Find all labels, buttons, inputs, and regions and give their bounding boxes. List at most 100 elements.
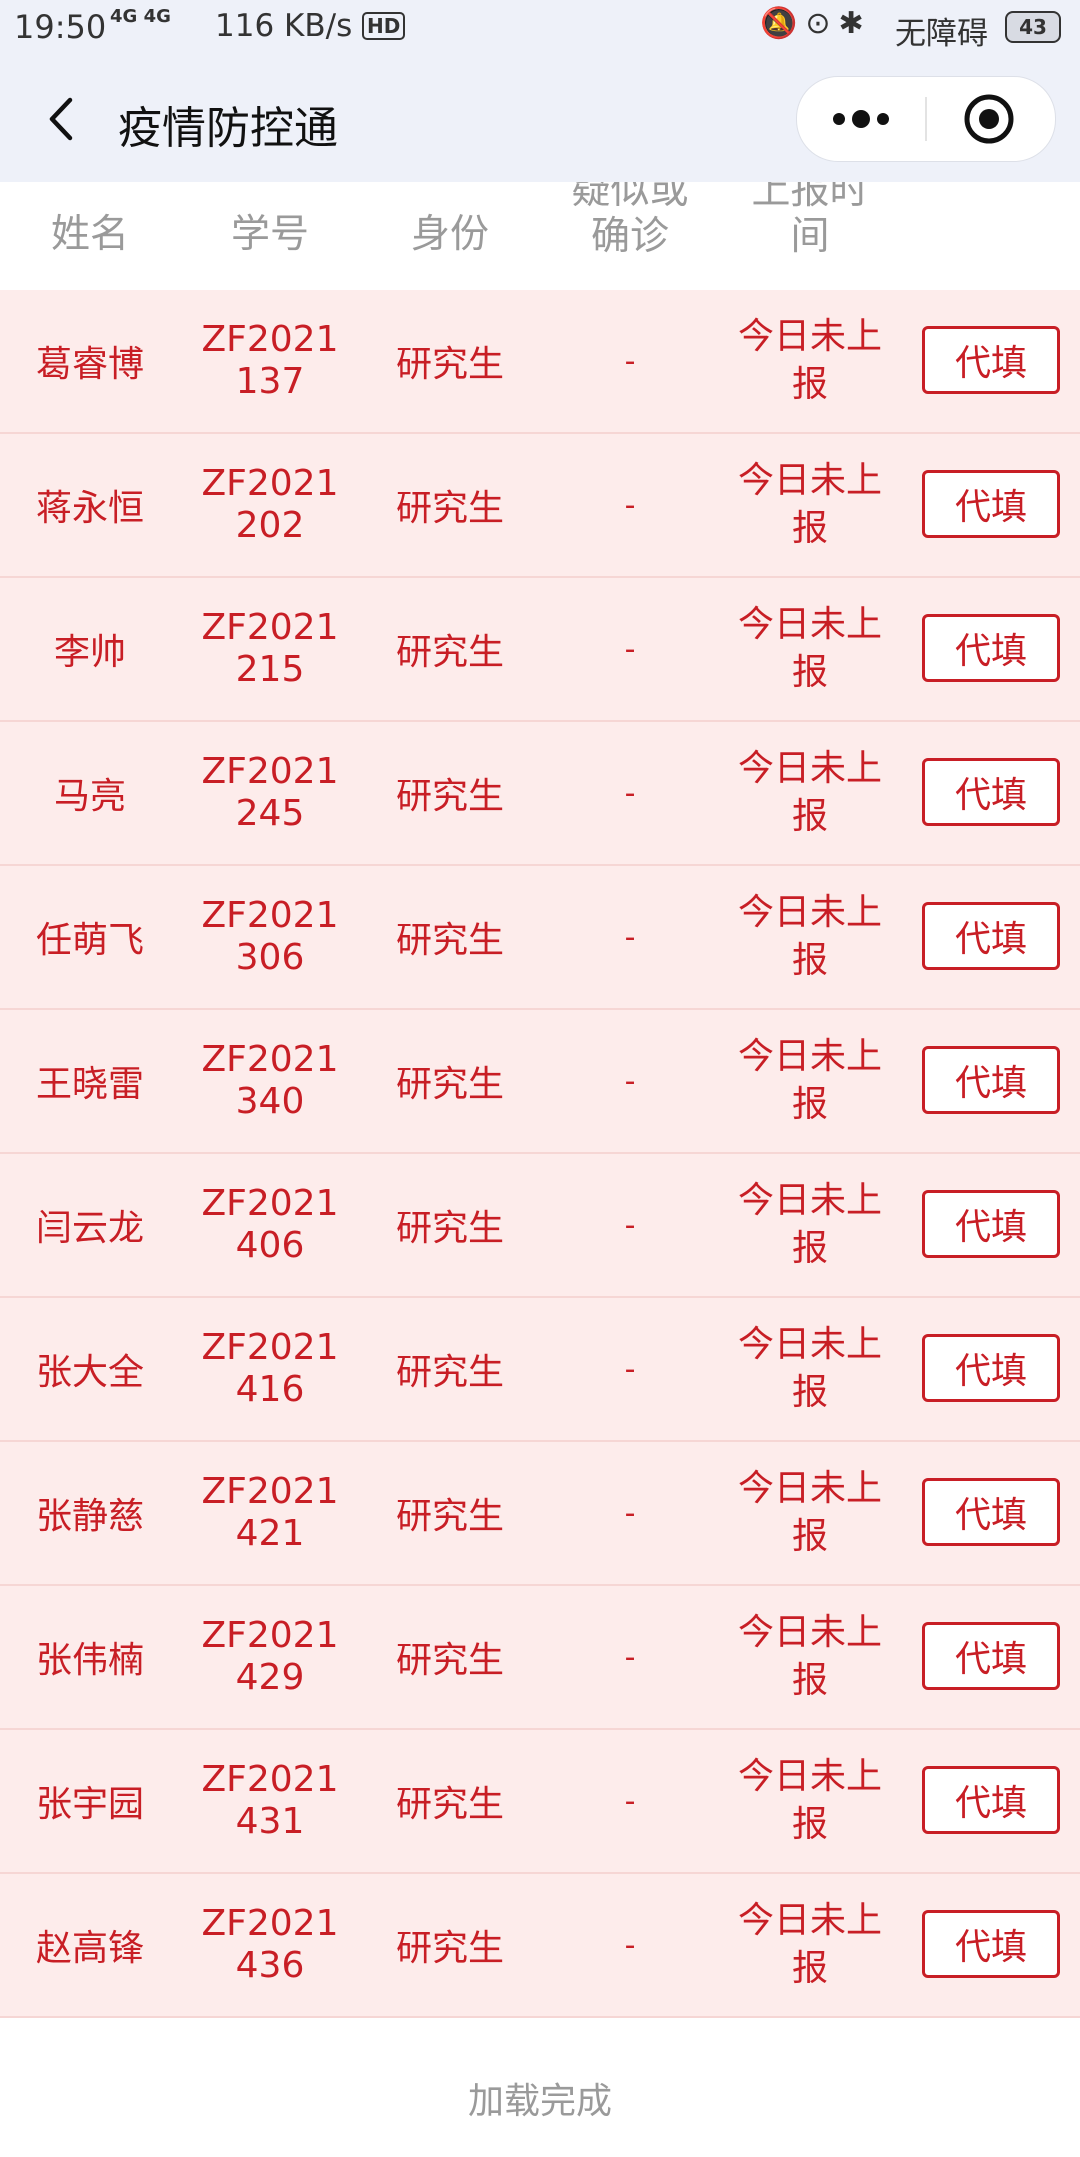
student-id-text: ZF2021340 <box>201 1039 339 1122</box>
student-role: 研究生 <box>395 1064 504 1105</box>
student-name: 张静慈 <box>35 1496 144 1537</box>
report-status-text: 今日未上报 <box>737 1612 882 1701</box>
student-role: 研究生 <box>395 488 504 529</box>
student-id-text: ZF2021215 <box>201 607 339 690</box>
student-name: 葛睿博 <box>35 344 144 385</box>
header-name: 姓名 <box>50 212 129 257</box>
header-role: 身份 <box>410 212 489 257</box>
report-status: 今日未上报 <box>720 1442 900 1584</box>
fill-on-behalf-button[interactable]: 代填 <box>922 326 1060 394</box>
table-row: 赵高锋 ZF2021436 研究生 - 今日未上报 代填 <box>0 1874 1080 2018</box>
header-id: 学号 <box>230 212 309 257</box>
suspected-status: - <box>624 1783 636 1819</box>
page-title: 疫情防控通 <box>118 103 338 154</box>
student-name: 张大全 <box>35 1352 144 1393</box>
network-speed: 116 KB/s <box>215 8 353 44</box>
student-id: ZF2021431 <box>180 1730 360 1872</box>
student-id: ZF2021306 <box>180 866 360 1008</box>
header-report-time: 上报时间 <box>751 182 869 259</box>
report-status: 今日未上报 <box>720 578 900 720</box>
bluetooth-icon: ✱ <box>838 6 872 41</box>
student-role: 研究生 <box>395 1784 504 1825</box>
student-id-text: ZF2021436 <box>201 1903 339 1986</box>
student-name: 马亮 <box>53 776 126 817</box>
student-name: 任萌飞 <box>35 920 144 961</box>
student-role: 研究生 <box>395 1352 504 1393</box>
table-row: 李帅 ZF2021215 研究生 - 今日未上报 代填 <box>0 578 1080 722</box>
fill-on-behalf-button[interactable]: 代填 <box>922 1478 1060 1546</box>
suspected-status: - <box>624 775 636 811</box>
status-time: 19:50 <box>14 8 107 46</box>
system-icons: 🔕⊙✱ <box>760 6 872 41</box>
student-role: 研究生 <box>395 1208 504 1249</box>
student-role: 研究生 <box>395 1928 504 1969</box>
report-status: 今日未上报 <box>720 866 900 1008</box>
mute-icon: 🔕 <box>760 6 806 41</box>
fill-on-behalf-button[interactable]: 代填 <box>922 1334 1060 1402</box>
load-complete-text: 加载完成 <box>467 2081 612 2122</box>
table-row: 张伟楠 ZF2021429 研究生 - 今日未上报 代填 <box>0 1586 1080 1730</box>
report-status-text: 今日未上报 <box>737 1324 882 1413</box>
fill-on-behalf-button[interactable]: 代填 <box>922 1910 1060 1978</box>
student-role: 研究生 <box>395 344 504 385</box>
student-id: ZF2021137 <box>180 290 360 432</box>
fill-on-behalf-button[interactable]: 代填 <box>922 758 1060 826</box>
student-id-text: ZF2021137 <box>201 319 339 402</box>
student-role: 研究生 <box>395 1496 504 1537</box>
suspected-status: - <box>624 1927 636 1963</box>
fill-on-behalf-button[interactable]: 代填 <box>922 614 1060 682</box>
report-status: 今日未上报 <box>720 1874 900 2016</box>
report-status-text: 今日未上报 <box>737 460 882 549</box>
back-button[interactable] <box>38 94 88 144</box>
more-button[interactable] <box>797 77 925 161</box>
header-suspected: 疑似或确诊 <box>571 182 689 259</box>
table-row: 张静慈 ZF2021421 研究生 - 今日未上报 代填 <box>0 1442 1080 1586</box>
report-status-text: 今日未上报 <box>737 892 882 981</box>
student-id-text: ZF2021202 <box>201 463 339 546</box>
fill-on-behalf-button[interactable]: 代填 <box>922 1766 1060 1834</box>
student-id: ZF2021406 <box>180 1154 360 1296</box>
student-id-text: ZF2021245 <box>201 751 339 834</box>
student-id-text: ZF2021429 <box>201 1615 339 1698</box>
battery-icon: 43 <box>1005 11 1061 43</box>
student-name: 张伟楠 <box>35 1640 144 1681</box>
table-row: 闫云龙 ZF2021406 研究生 - 今日未上报 代填 <box>0 1154 1080 1298</box>
fill-on-behalf-button[interactable]: 代填 <box>922 1046 1060 1114</box>
suspected-status: - <box>624 631 636 667</box>
student-id: ZF2021215 <box>180 578 360 720</box>
student-id: ZF2021421 <box>180 1442 360 1584</box>
student-name: 王晓雷 <box>35 1064 144 1105</box>
student-id-text: ZF2021431 <box>201 1759 339 1842</box>
suspected-status: - <box>624 919 636 955</box>
table-row: 张大全 ZF2021416 研究生 - 今日未上报 代填 <box>0 1298 1080 1442</box>
student-name: 张宇园 <box>35 1784 144 1825</box>
mini-program-capsule <box>796 76 1056 162</box>
load-status: 加载完成 <box>0 2020 1080 2157</box>
student-id: ZF2021416 <box>180 1298 360 1440</box>
more-dots-icon <box>833 110 889 128</box>
student-role: 研究生 <box>395 776 504 817</box>
student-id: ZF2021429 <box>180 1586 360 1728</box>
close-mini-program-button[interactable] <box>927 77 1055 161</box>
fill-on-behalf-button[interactable]: 代填 <box>922 1190 1060 1258</box>
fill-on-behalf-button[interactable]: 代填 <box>922 902 1060 970</box>
report-status: 今日未上报 <box>720 1586 900 1728</box>
accessibility-label: 无障碍 <box>895 16 988 52</box>
table-row: 蒋永恒 ZF2021202 研究生 - 今日未上报 代填 <box>0 434 1080 578</box>
report-status: 今日未上报 <box>720 722 900 864</box>
report-status: 今日未上报 <box>720 1730 900 1872</box>
fill-on-behalf-button[interactable]: 代填 <box>922 470 1060 538</box>
report-status: 今日未上报 <box>720 1154 900 1296</box>
fill-on-behalf-button[interactable]: 代填 <box>922 1622 1060 1690</box>
hd-icon: HD <box>362 12 406 40</box>
report-status: 今日未上报 <box>720 434 900 576</box>
student-id-text: ZF2021421 <box>201 1471 339 1554</box>
table-row: 张宇园 ZF2021431 研究生 - 今日未上报 代填 <box>0 1730 1080 1874</box>
report-status: 今日未上报 <box>720 1010 900 1152</box>
student-id: ZF2021436 <box>180 1874 360 2016</box>
student-id-text: ZF2021416 <box>201 1327 339 1410</box>
student-name: 李帅 <box>53 632 126 673</box>
signal-icon: 4G 4G <box>110 6 171 27</box>
suspected-status: - <box>624 1495 636 1531</box>
chevron-left-icon <box>49 97 73 141</box>
